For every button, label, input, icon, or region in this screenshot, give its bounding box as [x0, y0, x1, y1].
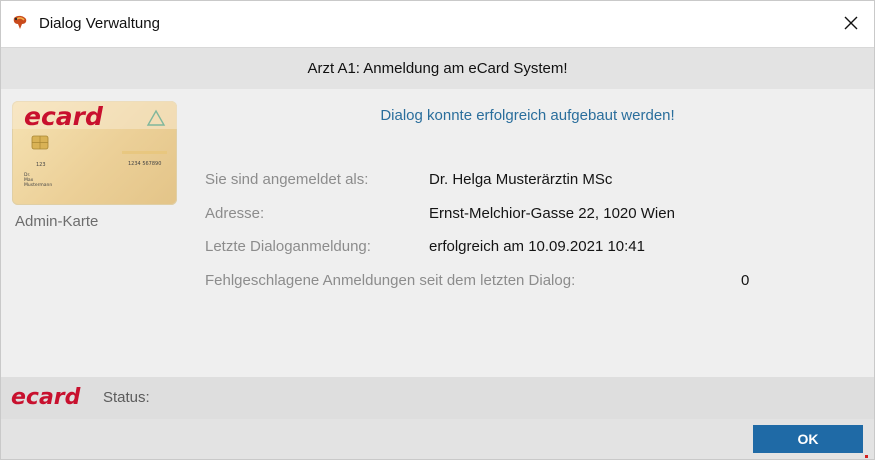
success-message: Dialog konnte erfolgreich aufgebaut werd… — [380, 107, 675, 124]
field-value: Dr. Helga Musterärztin MSc — [429, 171, 613, 188]
close-icon — [844, 16, 858, 30]
title-bar: Dialog Verwaltung — [1, 1, 874, 45]
app-icon — [13, 15, 27, 29]
field-label: Sie sind angemeldet als: — [205, 171, 369, 188]
ok-button[interactable]: OK — [753, 425, 863, 453]
dialog-window: Dialog Verwaltung Arzt A1: Anmeldung am … — [0, 0, 875, 460]
field-value: 0 — [741, 272, 750, 289]
card-label-name2: Mustermann — [24, 182, 52, 188]
status-label: Status: — [103, 389, 150, 406]
field-label: Letzte Dialoganmeldung: — [205, 238, 371, 255]
close-button[interactable] — [828, 1, 874, 45]
field-value: Ernst-Melchior-Gasse 22, 1020 Wien — [429, 205, 675, 222]
dialog-footer: OK — [1, 419, 874, 459]
status-logo-text: ecard — [11, 385, 81, 409]
field-label: Adresse: — [205, 205, 265, 222]
card-number-right: 1234 567890 — [128, 161, 161, 167]
ecard-logo: ecard — [11, 385, 81, 409]
status-bar: ecard Status: — [1, 377, 874, 419]
field-label: Fehlgeschlagene Anmeldungen seit dem let… — [205, 272, 576, 289]
card-number-left: 123 — [36, 162, 46, 168]
card-caption: Admin-Karte — [15, 213, 99, 230]
window-title: Dialog Verwaltung — [39, 15, 160, 32]
header-title: Arzt A1: Anmeldung am eCard System! — [307, 60, 568, 77]
field-value: erfolgreich am 10.09.2021 10:41 — [429, 238, 645, 255]
dialog-header: Arzt A1: Anmeldung am eCard System! — [1, 47, 874, 89]
main-panel: ecard 123 Dr. Max Mustermann 1234 567890… — [1, 89, 874, 377]
resize-indicator — [865, 455, 868, 458]
